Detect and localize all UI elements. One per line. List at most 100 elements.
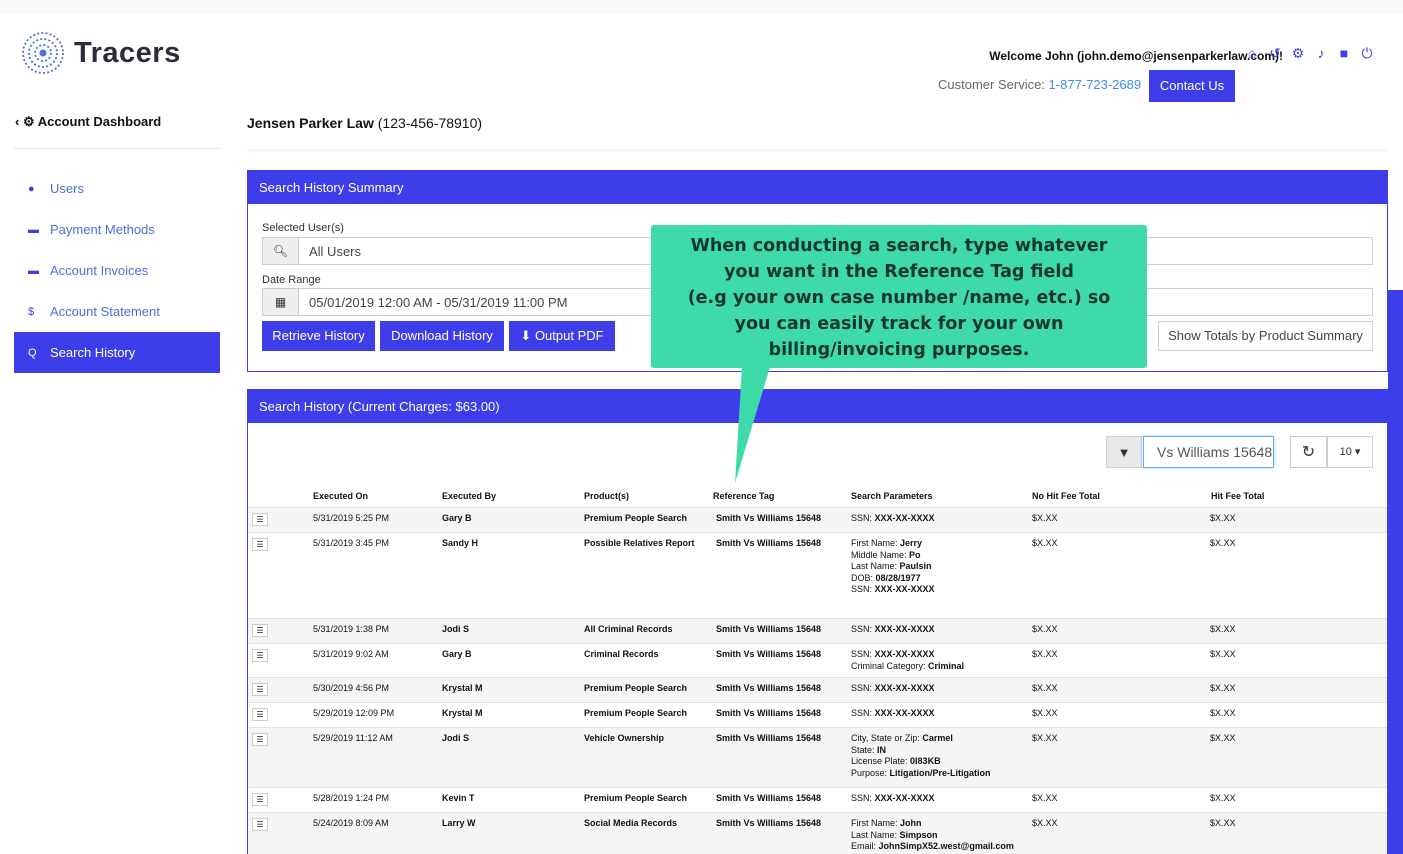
column-header[interactable]: Product(s) xyxy=(584,491,629,501)
table-row[interactable]: ☰ 5/24/2019 8:09 AM Larry W Social Media Re… xyxy=(248,812,1387,854)
show-totals-button[interactable]: Show Totals by Product Summary xyxy=(1158,321,1373,351)
cell-ref: Smith Vs Williams 15648 xyxy=(716,818,821,828)
column-header[interactable]: No Hit Fee Total xyxy=(1032,491,1100,501)
table-row[interactable]: ☰ 5/30/2019 4:56 PM Krystal M Premium Peopl… xyxy=(248,677,1387,702)
table-row[interactable]: ☰ 5/28/2019 1:24 PM Kevin T Premium People … xyxy=(248,787,1387,812)
cell-hit: $X.XX xyxy=(1210,818,1236,828)
refresh-icon[interactable]: ↻ xyxy=(1290,436,1327,468)
table-search-input[interactable]: Vs Williams 15648 xyxy=(1143,436,1274,468)
page-size-select[interactable]: 10 ▾ xyxy=(1327,436,1373,468)
account-name: Jensen Parker Law xyxy=(247,115,374,131)
cell-nohit: $X.XX xyxy=(1032,624,1058,634)
history-panel-title: Search History (Current Charges: $63.00) xyxy=(248,390,1387,423)
filter-icon[interactable]: ▼ xyxy=(1106,436,1142,468)
selected-users-label: Selected User(s) xyxy=(262,222,344,234)
column-header[interactable]: Search Parameters xyxy=(851,491,933,501)
cell-params: First Name: Jerry Middle Name: Po Last Nam… xyxy=(851,538,935,594)
tooltip-line: billing/invoicing purposes. xyxy=(768,340,1030,360)
retrieve-history-button[interactable]: Retrieve History xyxy=(262,321,375,351)
summary-panel-title: Search History Summary xyxy=(248,171,1387,204)
tracers-logo[interactable]: Tracers xyxy=(20,30,181,76)
column-header[interactable]: Reference Tag xyxy=(713,491,774,501)
date-range-value: 05/01/2019 12:00 AM - 05/31/2019 11:00 P… xyxy=(309,294,568,310)
table-row[interactable]: ☰ 5/31/2019 5:25 PM Gary B Premium People S… xyxy=(248,507,1387,532)
download-history-button[interactable]: Download History xyxy=(380,321,504,351)
cell-on: 5/31/2019 3:45 PM xyxy=(313,538,390,548)
lock-icon[interactable]: ■ xyxy=(1336,44,1352,62)
sidebar-item-label: Users xyxy=(50,181,84,196)
column-header[interactable]: Hit Fee Total xyxy=(1211,491,1264,501)
home-icon[interactable]: ⌂ xyxy=(1244,44,1260,62)
cell-params: SSN: XXX-XX-XXXX xyxy=(851,683,935,693)
top-strip xyxy=(0,0,1403,14)
cell-on: 5/31/2019 9:02 AM xyxy=(313,649,389,659)
title-divider xyxy=(247,150,1387,151)
cell-ref: Smith Vs Williams 15648 xyxy=(716,793,821,803)
cell-ref: Smith Vs Williams 15648 xyxy=(716,513,821,523)
cell-product: Premium People Search xyxy=(584,683,688,693)
power-icon[interactable]: ⏻ xyxy=(1359,44,1375,62)
cell-by: Krystal M xyxy=(442,708,483,718)
sidebar-item-account-invoices[interactable]: ▬ Account Invoices xyxy=(14,250,220,291)
sidebar-item-payment-methods[interactable]: ▬ Payment Methods xyxy=(14,209,220,250)
history-icon[interactable]: ↺ xyxy=(1267,44,1283,62)
cell-product: Premium People Search xyxy=(584,793,688,803)
cell-nohit: $X.XX xyxy=(1032,708,1058,718)
cell-nohit: $X.XX xyxy=(1032,818,1058,828)
reference-tag-tooltip: When conducting a search, type whatever … xyxy=(651,225,1147,368)
search-icon: 🔍︎ xyxy=(263,238,299,264)
cell-ref: Smith Vs Williams 15648 xyxy=(716,683,821,693)
sidebar-item-users[interactable]: ● Users xyxy=(14,168,220,209)
cell-nohit: $X.XX xyxy=(1032,793,1058,803)
table-row[interactable]: ☰ 5/31/2019 1:38 PM Jodi S All Criminal Rec… xyxy=(248,618,1387,643)
row-details-icon[interactable]: ☰ xyxy=(252,793,268,806)
settings-icon[interactable]: ⚙ xyxy=(1290,44,1306,62)
sidebar-item-label: Account Invoices xyxy=(50,263,149,278)
cell-on: 5/24/2019 8:09 AM xyxy=(313,818,389,828)
cell-product: Premium People Search xyxy=(584,513,688,523)
row-details-icon[interactable]: ☰ xyxy=(252,649,268,662)
tooltip-line: (e.g your own case number /name, etc.) s… xyxy=(687,288,1111,308)
page: Tracers Welcome John (john.demo@jensenpa… xyxy=(0,0,1403,854)
user-icon: ● xyxy=(28,182,35,195)
cell-product: All Criminal Records xyxy=(584,624,673,634)
cell-product: Criminal Records xyxy=(584,649,659,659)
row-details-icon[interactable]: ☰ xyxy=(252,683,268,696)
sidebar-item-search-history[interactable]: Q Search History xyxy=(14,332,220,373)
account-dashboard-link[interactable]: ‹ ⚙ Account Dashboard xyxy=(15,114,161,130)
row-details-icon[interactable]: ☰ xyxy=(252,733,268,746)
cell-nohit: $X.XX xyxy=(1032,513,1058,523)
dollar-icon: $ xyxy=(28,305,35,318)
cell-hit: $X.XX xyxy=(1210,708,1236,718)
cell-on: 5/30/2019 4:56 PM xyxy=(313,683,390,693)
row-details-icon[interactable]: ☰ xyxy=(252,624,268,637)
search-icon: Q xyxy=(28,346,37,359)
row-details-icon[interactable]: ☰ xyxy=(252,513,268,526)
table-row[interactable]: ☰ 5/29/2019 11:12 AM Jodi S Vehicle Ownersh… xyxy=(248,727,1387,787)
table-row[interactable]: ☰ 5/31/2019 3:45 PM Sandy H Possible Relati… xyxy=(248,532,1387,618)
bell-icon[interactable]: ♪ xyxy=(1313,44,1329,62)
output-pdf-button[interactable]: ⬇ Output PDF xyxy=(509,321,615,351)
table-row[interactable]: ☰ 5/29/2019 12:09 PM Krystal M Premium Peop… xyxy=(248,702,1387,727)
tooltip-line: you can easily track for your own xyxy=(734,314,1064,334)
sidebar-item-label: Payment Methods xyxy=(50,222,155,237)
cell-params: City, State or Zip: Carmel State: IN Licen… xyxy=(851,733,991,778)
cell-hit: $X.XX xyxy=(1210,733,1236,743)
row-details-icon[interactable]: ☰ xyxy=(252,538,268,551)
customer-service: Customer Service: 1-877-723-2689 xyxy=(938,77,1141,92)
row-details-icon[interactable]: ☰ xyxy=(252,818,268,831)
customer-service-phone[interactable]: 1-877-723-2689 xyxy=(1049,77,1142,92)
cell-nohit: $X.XX xyxy=(1032,733,1058,743)
tooltip-line: When conducting a search, type whatever xyxy=(690,236,1108,256)
cell-on: 5/31/2019 5:25 PM xyxy=(313,513,390,523)
cell-ref: Smith Vs Williams 15648 xyxy=(716,733,821,743)
cell-hit: $X.XX xyxy=(1210,513,1236,523)
row-details-icon[interactable]: ☰ xyxy=(252,708,268,721)
table-row[interactable]: ☰ 5/31/2019 9:02 AM Gary B Criminal Records… xyxy=(248,643,1387,677)
cell-params: SSN: XXX-XX-XXXX xyxy=(851,708,935,718)
column-header[interactable]: Executed On xyxy=(313,491,368,501)
contact-us-button[interactable]: Contact Us xyxy=(1149,70,1235,102)
sidebar-item-account-statement[interactable]: $ Account Statement xyxy=(14,291,220,332)
column-header[interactable]: Executed By xyxy=(442,491,496,501)
cell-hit: $X.XX xyxy=(1210,538,1236,548)
